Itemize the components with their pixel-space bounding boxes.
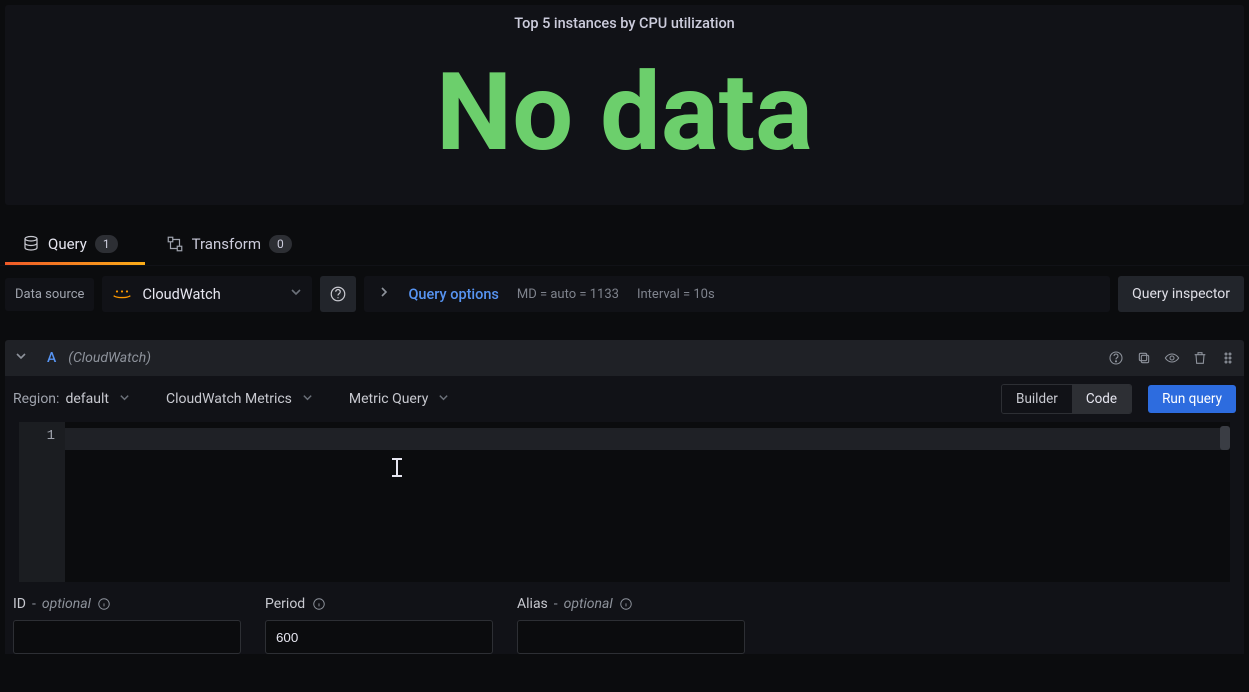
query-options-md: MD = auto = 1133 [517, 287, 619, 302]
run-query-button[interactable]: Run query [1148, 385, 1236, 413]
alias-input[interactable] [517, 620, 745, 654]
alias-optional: optional [564, 596, 613, 612]
region-label: Region: [13, 391, 59, 407]
tab-transform-count: 0 [269, 235, 292, 253]
id-field: ID - optional [13, 596, 241, 654]
region-value: default [65, 391, 109, 407]
chevron-right-icon [378, 286, 390, 302]
mode-value: CloudWatch Metrics [166, 391, 292, 407]
datasource-name: CloudWatch [142, 286, 280, 303]
alias-label: Alias [517, 596, 548, 612]
code-inner[interactable] [65, 422, 1230, 582]
scrollbar-thumb[interactable] [1220, 426, 1230, 450]
alias-field: Alias - optional [517, 596, 745, 654]
tab-query[interactable]: Query 1 [12, 223, 128, 265]
chevron-down-icon [302, 391, 313, 407]
query-ref-id[interactable]: A [47, 350, 56, 366]
code-editor[interactable]: 1 [5, 422, 1244, 582]
query-row-header: A (CloudWatch) [5, 340, 1244, 376]
builder-toggle[interactable]: Builder [1002, 385, 1072, 413]
period-field: Period [265, 596, 493, 654]
region-selector[interactable]: Region: default [13, 391, 130, 407]
duplicate-icon[interactable] [1136, 350, 1152, 366]
builder-code-toggle: Builder Code [1001, 384, 1132, 414]
query-options-label: Query options [408, 286, 498, 303]
line-number: 1 [19, 428, 55, 444]
transform-icon [166, 235, 184, 253]
querytype-value: Metric Query [349, 391, 428, 407]
period-input[interactable] [265, 620, 493, 654]
id-label: ID [13, 596, 26, 612]
query-source-name: (CloudWatch) [68, 350, 151, 366]
tab-query-count: 1 [95, 235, 118, 253]
code-gutter: 1 [19, 422, 65, 582]
code-active-line[interactable] [65, 428, 1224, 450]
chevron-down-icon [119, 391, 130, 407]
no-data-text: No data [5, 50, 1244, 176]
info-icon[interactable] [97, 597, 112, 612]
active-tab-indicator [5, 262, 145, 265]
period-label: Period [265, 596, 305, 612]
aws-icon [112, 286, 132, 302]
eye-icon[interactable] [1164, 350, 1180, 366]
code-toggle[interactable]: Code [1072, 385, 1131, 413]
query-fields: ID - optional Period Alias - optional [5, 582, 1244, 654]
panel-title: Top 5 instances by CPU utilization [5, 5, 1244, 32]
help-icon[interactable] [1108, 350, 1124, 366]
editor-tabs: Query 1 Transform 0 [0, 210, 1249, 266]
drag-handle-icon[interactable] [1220, 350, 1236, 366]
query-options-interval: Interval = 10s [637, 287, 715, 302]
info-icon[interactable] [311, 597, 326, 612]
database-icon [22, 235, 40, 253]
mode-selector[interactable]: CloudWatch Metrics [166, 391, 313, 407]
panel-visualization: Top 5 instances by CPU utilization No da… [5, 5, 1244, 205]
trash-icon[interactable] [1192, 350, 1208, 366]
querytype-selector[interactable]: Metric Query [349, 391, 449, 407]
id-optional: optional [42, 596, 91, 612]
tab-query-label: Query [48, 235, 87, 253]
chevron-down-icon [438, 391, 449, 407]
query-inspector-button[interactable]: Query inspector [1118, 276, 1244, 312]
query-collapse-toggle[interactable] [13, 350, 29, 366]
tab-transform[interactable]: Transform 0 [156, 223, 302, 265]
query-controls: Region: default CloudWatch Metrics Metri… [5, 376, 1244, 422]
datasource-picker[interactable]: CloudWatch [102, 276, 312, 312]
info-icon[interactable] [619, 597, 634, 612]
query-toolbar: Data source CloudWatch Query options MD … [0, 266, 1249, 320]
datasource-label: Data source [5, 278, 94, 311]
datasource-help-button[interactable] [320, 276, 356, 312]
tab-transform-label: Transform [192, 235, 261, 253]
chevron-down-icon [290, 286, 302, 302]
id-input[interactable] [13, 620, 241, 654]
query-options-bar[interactable]: Query options MD = auto = 1133 Interval … [364, 276, 1110, 312]
